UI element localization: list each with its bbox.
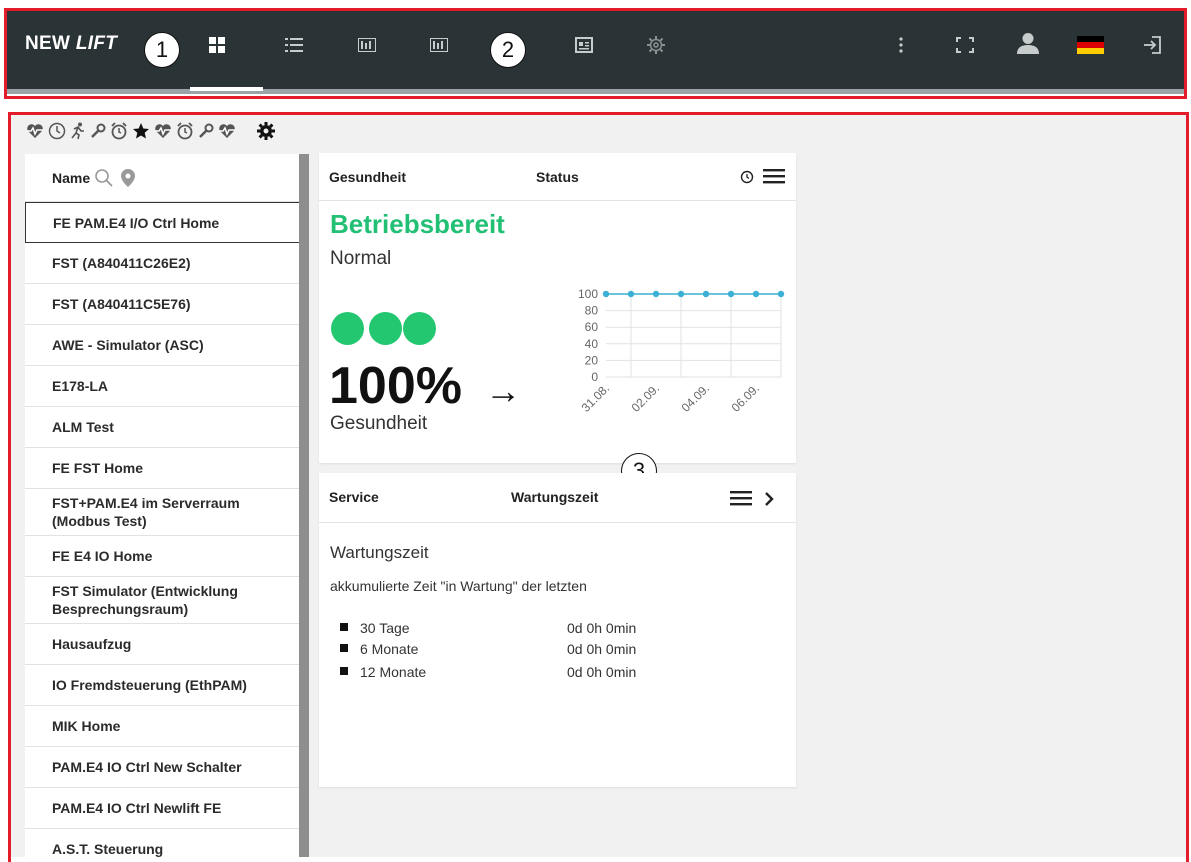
annotation-frame-main	[8, 112, 1189, 862]
annotation-frame-top	[4, 8, 1187, 99]
